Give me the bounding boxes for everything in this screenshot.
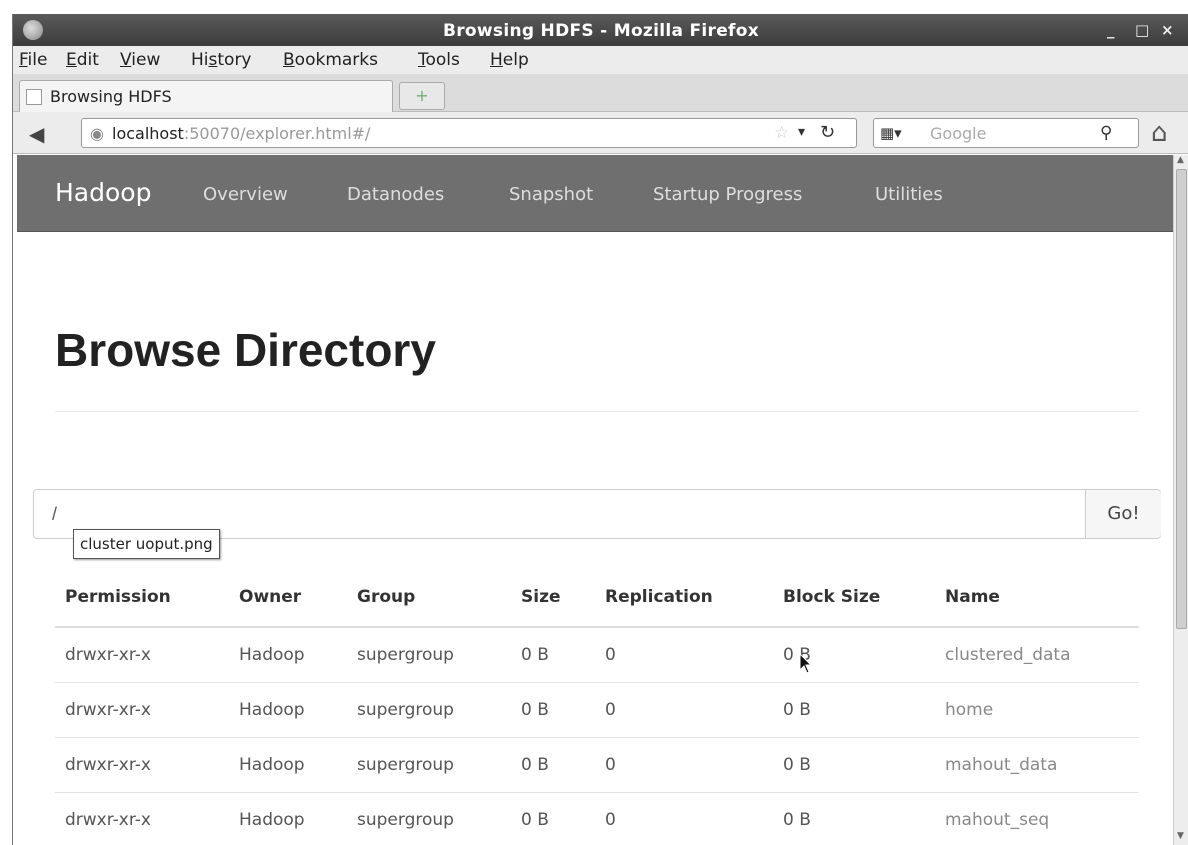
title-bar: Browsing HDFS - Mozilla Firefox _ □ ×: [13, 14, 1188, 46]
table-row: drwxr-xr-x Hadoop supergroup 0 B 0 0 B m…: [55, 737, 1139, 793]
hadoop-navbar: Hadoop Overview Datanodes Snapshot Start…: [17, 155, 1173, 232]
search-engine-icon[interactable]: ▦▾: [880, 124, 902, 142]
bookmark-star-icon[interactable]: ☆: [774, 123, 789, 143]
close-button[interactable]: ×: [1161, 21, 1174, 39]
cell-name-link[interactable]: clustered_data: [935, 627, 1139, 683]
cell-name-link[interactable]: mahout_seq: [935, 792, 1139, 845]
menu-edit[interactable]: Edit: [66, 50, 99, 70]
divider: [55, 411, 1139, 412]
cell-replication: 0: [595, 792, 773, 845]
menu-help[interactable]: Help: [490, 50, 529, 70]
nav-datanodes[interactable]: Datanodes: [347, 184, 444, 205]
browser-window: Browsing HDFS - Mozilla Firefox _ □ × Fi…: [12, 14, 1188, 845]
cell-block-size: 0 B: [773, 792, 935, 845]
cell-size: 0 B: [511, 792, 595, 845]
home-icon[interactable]: ⌂: [1151, 118, 1168, 148]
cell-block-size: 0 B: [773, 737, 935, 793]
search-placeholder: Google: [930, 124, 987, 143]
col-name[interactable]: Name: [935, 567, 1139, 628]
cell-name-link[interactable]: mahout_data: [935, 737, 1139, 793]
cell-permission: drwxr-xr-x: [55, 682, 229, 738]
cell-owner: Hadoop: [229, 682, 347, 738]
tooltip: cluster uoput.png: [73, 529, 220, 559]
cell-group: supergroup: [347, 627, 511, 683]
cell-group: supergroup: [347, 792, 511, 845]
menu-view[interactable]: View: [120, 50, 160, 70]
cell-permission: drwxr-xr-x: [55, 792, 229, 845]
col-owner[interactable]: Owner: [229, 567, 347, 628]
cell-owner: Hadoop: [229, 737, 347, 793]
menu-bar: File Edit View History Bookmarks Tools H…: [13, 46, 1188, 74]
site-identity-icon[interactable]: ◉: [90, 124, 104, 143]
page-title: Browse Directory: [55, 324, 436, 376]
url-text: localhost:50070/explorer.html#/: [112, 124, 371, 143]
cell-owner: Hadoop: [229, 627, 347, 683]
nav-snapshot[interactable]: Snapshot: [509, 184, 593, 205]
minimize-button[interactable]: _: [1107, 21, 1115, 39]
menu-bookmarks[interactable]: Bookmarks: [283, 50, 378, 70]
cell-group: supergroup: [347, 682, 511, 738]
nav-utilities[interactable]: Utilities: [875, 184, 943, 205]
navigation-bar: ◀ ◉ localhost:50070/explorer.html#/ ☆ ▾ …: [13, 112, 1188, 154]
cell-owner: Hadoop: [229, 792, 347, 845]
page-icon: [26, 89, 42, 105]
tab-bar: Browsing HDFS +: [13, 74, 1188, 113]
vertical-scrollbar[interactable]: ▲ ▼: [1173, 155, 1188, 845]
cell-size: 0 B: [511, 682, 595, 738]
tab-label: Browsing HDFS: [50, 87, 172, 106]
cell-block-size: 0 B: [773, 682, 935, 738]
cell-name-link[interactable]: home: [935, 682, 1139, 738]
cell-permission: drwxr-xr-x: [55, 627, 229, 683]
col-permission[interactable]: Permission: [55, 567, 229, 628]
directory-table: Permission Owner Group Size Replication …: [55, 567, 1139, 845]
cell-replication: 0: [595, 682, 773, 738]
table-row: drwxr-xr-x Hadoop supergroup 0 B 0 0 B m…: [55, 792, 1139, 845]
cell-block-size: 0 B: [773, 627, 935, 683]
reload-icon[interactable]: ↻: [820, 122, 835, 143]
cell-permission: drwxr-xr-x: [55, 737, 229, 793]
mouse-cursor-icon: [799, 653, 813, 674]
scrollbar-thumb[interactable]: [1176, 169, 1187, 629]
table-header-row: Permission Owner Group Size Replication …: [55, 567, 1139, 628]
cell-replication: 0: [595, 627, 773, 683]
menu-history[interactable]: History: [191, 50, 252, 70]
table-row: drwxr-xr-x Hadoop supergroup 0 B 0 0 B h…: [55, 682, 1139, 738]
col-group[interactable]: Group: [347, 567, 511, 628]
cell-size: 0 B: [511, 627, 595, 683]
cell-group: supergroup: [347, 737, 511, 793]
window-title: Browsing HDFS - Mozilla Firefox: [442, 21, 759, 41]
nav-overview[interactable]: Overview: [203, 184, 288, 205]
menu-file[interactable]: File: [19, 50, 47, 70]
back-arrow-icon[interactable]: ◀: [29, 122, 44, 146]
tab-browsing-hdfs[interactable]: Browsing HDFS: [19, 80, 393, 113]
menu-tools[interactable]: Tools: [418, 50, 460, 70]
scroll-up-icon[interactable]: ▲: [1177, 155, 1184, 165]
search-bar[interactable]: ▦▾ Google ⚲: [873, 118, 1139, 148]
cell-size: 0 B: [511, 737, 595, 793]
cell-replication: 0: [595, 737, 773, 793]
url-history-dropdown-icon[interactable]: ▾: [798, 124, 805, 140]
search-go-icon[interactable]: ⚲: [1100, 123, 1112, 143]
col-block-size[interactable]: Block Size: [773, 567, 935, 628]
maximize-button[interactable]: □: [1135, 21, 1149, 39]
page-content: Hadoop Overview Datanodes Snapshot Start…: [13, 155, 1173, 845]
new-tab-button[interactable]: +: [399, 82, 445, 110]
nav-startup-progress[interactable]: Startup Progress: [653, 184, 802, 205]
hadoop-brand-link[interactable]: Hadoop: [55, 178, 151, 207]
url-bar[interactable]: ◉ localhost:50070/explorer.html#/ ☆ ▾ ↻: [81, 118, 857, 148]
col-size[interactable]: Size: [511, 567, 595, 628]
go-button[interactable]: Go!: [1085, 490, 1161, 538]
scroll-down-icon[interactable]: ▼: [1177, 831, 1184, 841]
col-replication[interactable]: Replication: [595, 567, 773, 628]
table-row: drwxr-xr-x Hadoop supergroup 0 B 0 0 B c…: [55, 627, 1139, 683]
